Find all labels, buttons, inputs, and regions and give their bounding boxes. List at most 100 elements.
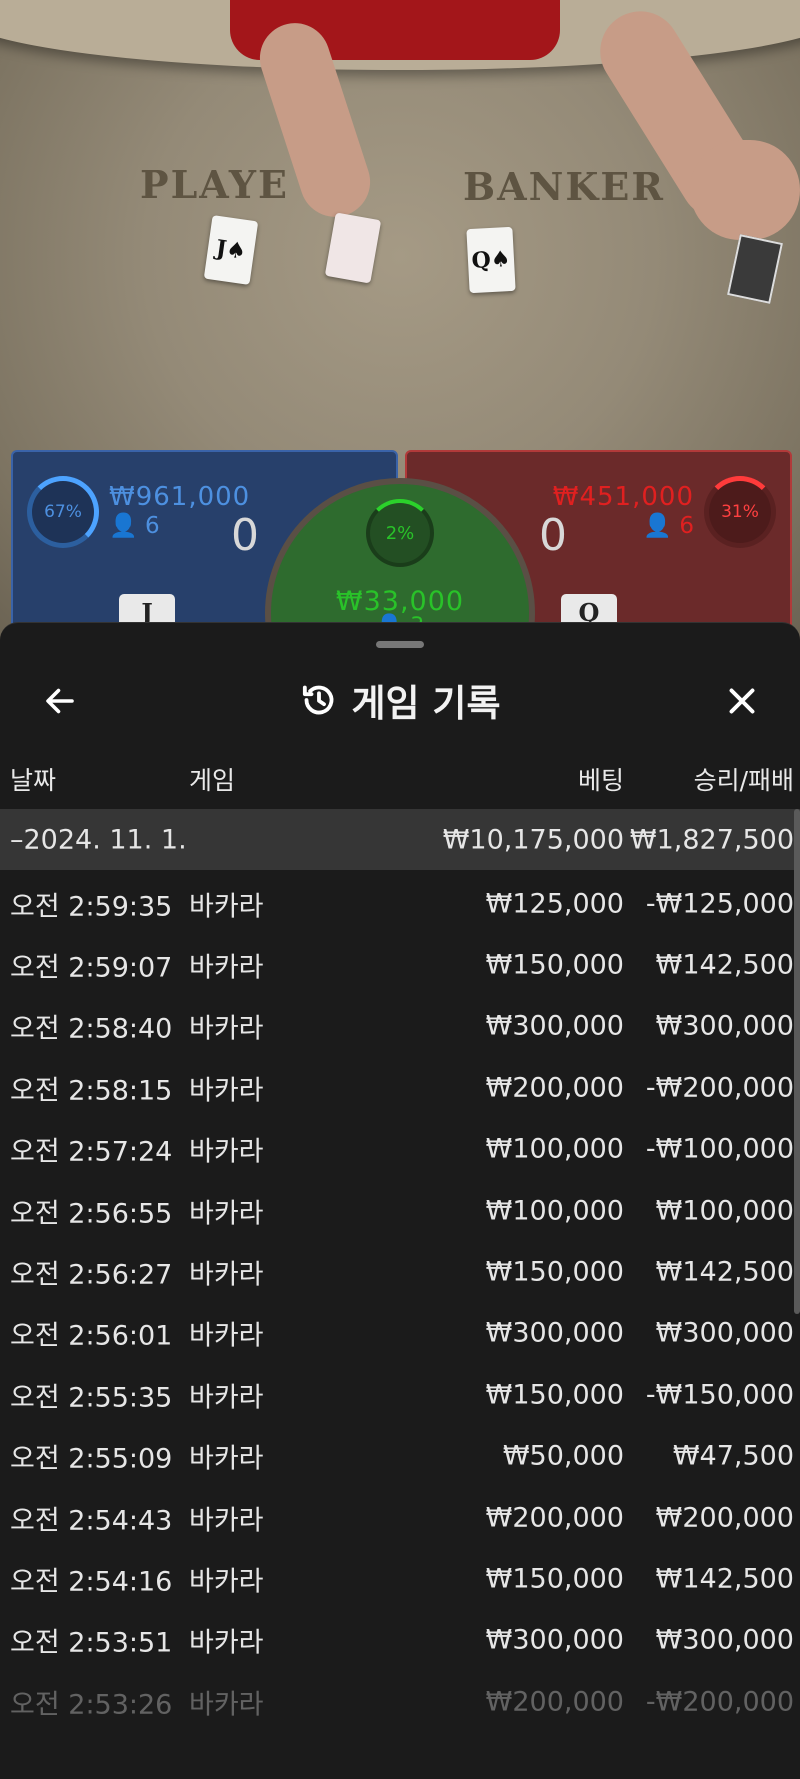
card-shoe (727, 234, 783, 304)
row-result: ₩200,000 (655, 1502, 794, 1534)
row-bet: ₩150,000 (485, 1379, 624, 1411)
date-group-row[interactable]: –2024. 11. 1. ₩10,175,000 ₩1,827,500 (0, 809, 800, 870)
row-game: 바카라 (189, 1382, 264, 1414)
history-row[interactable]: 오전 2:56:55 바카라 ₩100,000 ₩100,000 (0, 1180, 800, 1241)
history-row[interactable]: 오전 2:58:40 바카라 ₩300,000 ₩300,000 (0, 996, 800, 1057)
row-time: 오전 2:56:01 (10, 1320, 173, 1352)
row-result: ₩300,000 (655, 1624, 794, 1656)
dealer-hand (690, 140, 800, 240)
banker-table-label: BANKER (463, 164, 665, 209)
row-bet: ₩200,000 (485, 1502, 624, 1534)
row-game: 바카라 (189, 1689, 264, 1721)
row-time: 오전 2:57:24 (10, 1136, 173, 1168)
row-bet: ₩100,000 (485, 1133, 624, 1165)
row-bet: ₩125,000 (485, 888, 624, 920)
row-game: 바카라 (189, 1013, 264, 1045)
column-header-date: 날짜 (10, 766, 57, 795)
sheet-drag-handle[interactable] (376, 641, 424, 648)
row-bet: ₩50,000 (502, 1440, 624, 1472)
tie-percent-ring: 2% (366, 499, 434, 567)
player-score: 0 (231, 510, 259, 561)
row-time: 오전 2:59:35 (10, 891, 173, 923)
history-row[interactable]: 오전 2:56:27 바카라 ₩150,000 ₩142,500 (0, 1241, 800, 1302)
person-icon: 👤 (643, 513, 673, 539)
row-time: 오전 2:56:27 (10, 1259, 173, 1291)
tie-bet-amount: ₩33,000 (335, 586, 465, 617)
row-time: 오전 2:53:26 (10, 1689, 173, 1721)
history-row[interactable]: 오전 2:59:35 바카라 ₩125,000 -₩125,000 (0, 873, 800, 934)
row-result: -₩125,000 (645, 888, 794, 920)
row-result: ₩142,500 (655, 1256, 794, 1288)
group-date: –2024. 11. 1. (10, 824, 187, 855)
banker-percent-ring: 31% (704, 476, 776, 548)
row-game: 바카라 (189, 1198, 264, 1230)
row-game: 바카라 (189, 1443, 264, 1475)
history-list[interactable]: –2024. 11. 1. ₩10,175,000 ₩1,827,500 오전 … (0, 809, 800, 1732)
person-icon: 👤 (109, 513, 138, 539)
history-row[interactable]: 오전 2:53:51 바카라 ₩300,000 ₩300,000 (0, 1610, 800, 1671)
row-result: -₩150,000 (645, 1379, 794, 1411)
history-row[interactable]: 오전 2:54:43 바카라 ₩200,000 ₩200,000 (0, 1487, 800, 1548)
history-row[interactable]: 오전 2:58:15 바카라 ₩200,000 -₩200,000 (0, 1057, 800, 1118)
row-time: 오전 2:56:55 (10, 1198, 173, 1230)
row-result: ₩300,000 (655, 1317, 794, 1349)
row-time: 오전 2:58:40 (10, 1013, 173, 1045)
game-history-sheet: 게임 기록 날짜 게임 베팅 승리/패배 –2024. 11. 1. ₩10,1… (0, 622, 800, 1779)
row-bet: ₩100,000 (485, 1195, 624, 1227)
banker-bettor-count: 6 (679, 513, 694, 539)
row-game: 바카라 (189, 1566, 264, 1598)
row-bet: ₩150,000 (485, 1256, 624, 1288)
row-game: 바카라 (189, 1136, 264, 1168)
row-game: 바카라 (189, 952, 264, 984)
row-game: 바카라 (189, 891, 264, 923)
row-result: ₩142,500 (655, 949, 794, 981)
row-result: ₩300,000 (655, 1010, 794, 1042)
group-bet-total: ₩10,175,000 (442, 824, 624, 855)
sheet-header: 게임 기록 (0, 663, 800, 763)
row-game: 바카라 (189, 1075, 264, 1107)
column-header-win-loss: 승리/패배 (693, 766, 794, 795)
history-row[interactable]: 오전 2:55:35 바카라 ₩150,000 -₩150,000 (0, 1364, 800, 1425)
player-bettors: 👤 6 (109, 512, 160, 539)
group-win-total: ₩1,827,500 (629, 824, 794, 855)
row-time: 오전 2:55:35 (10, 1382, 173, 1414)
row-bet: ₩200,000 (485, 1072, 624, 1104)
row-time: 오전 2:59:07 (10, 952, 173, 984)
row-result: -₩100,000 (645, 1133, 794, 1165)
scrollbar[interactable] (794, 809, 800, 1314)
player-percent-ring: 67% (27, 476, 99, 548)
banker-bet-amount: ₩451,000 (552, 482, 694, 512)
row-bet: ₩300,000 (485, 1624, 624, 1656)
row-game: 바카라 (189, 1259, 264, 1291)
banker-score: 0 (539, 510, 567, 561)
dealt-card (324, 212, 382, 284)
banker-bettors: 👤 6 (643, 512, 694, 539)
player-table-label: PLAYE (140, 162, 289, 207)
row-game: 바카라 (189, 1627, 264, 1659)
history-row[interactable]: 오전 2:55:09 바카라 ₩50,000 ₩47,500 (0, 1426, 800, 1487)
row-time: 오전 2:58:15 (10, 1075, 173, 1107)
row-game: 바카라 (189, 1505, 264, 1537)
row-time: 오전 2:54:43 (10, 1505, 173, 1537)
close-icon (729, 688, 755, 714)
row-time: 오전 2:54:16 (10, 1566, 173, 1598)
history-row[interactable]: 오전 2:59:07 바카라 ₩150,000 ₩142,500 (0, 934, 800, 995)
close-button[interactable] (712, 671, 772, 731)
history-row[interactable]: 오전 2:56:01 바카라 ₩300,000 ₩300,000 (0, 1303, 800, 1364)
banker-card: Q♠ (466, 226, 516, 294)
row-result: -₩200,000 (645, 1072, 794, 1104)
row-result: -₩200,000 (645, 1686, 794, 1718)
row-bet: ₩200,000 (485, 1686, 624, 1718)
player-bettor-count: 6 (144, 513, 160, 539)
history-row[interactable]: 오전 2:54:16 바카라 ₩150,000 ₩142,500 (0, 1548, 800, 1609)
column-header-bet: 베팅 (577, 766, 624, 795)
row-result: ₩47,500 (672, 1440, 794, 1472)
history-row[interactable]: 오전 2:57:24 바카라 ₩100,000 -₩100,000 (0, 1119, 800, 1180)
row-game: 바카라 (189, 1320, 264, 1352)
history-icon (303, 685, 334, 715)
row-bet: ₩150,000 (485, 949, 624, 981)
history-row[interactable]: 오전 2:53:26 바카라 ₩200,000 -₩200,000 (0, 1671, 800, 1732)
row-time: 오전 2:53:51 (10, 1627, 173, 1659)
title-group: 게임 기록 (0, 673, 800, 727)
player-bet-amount: ₩961,000 (109, 482, 251, 512)
